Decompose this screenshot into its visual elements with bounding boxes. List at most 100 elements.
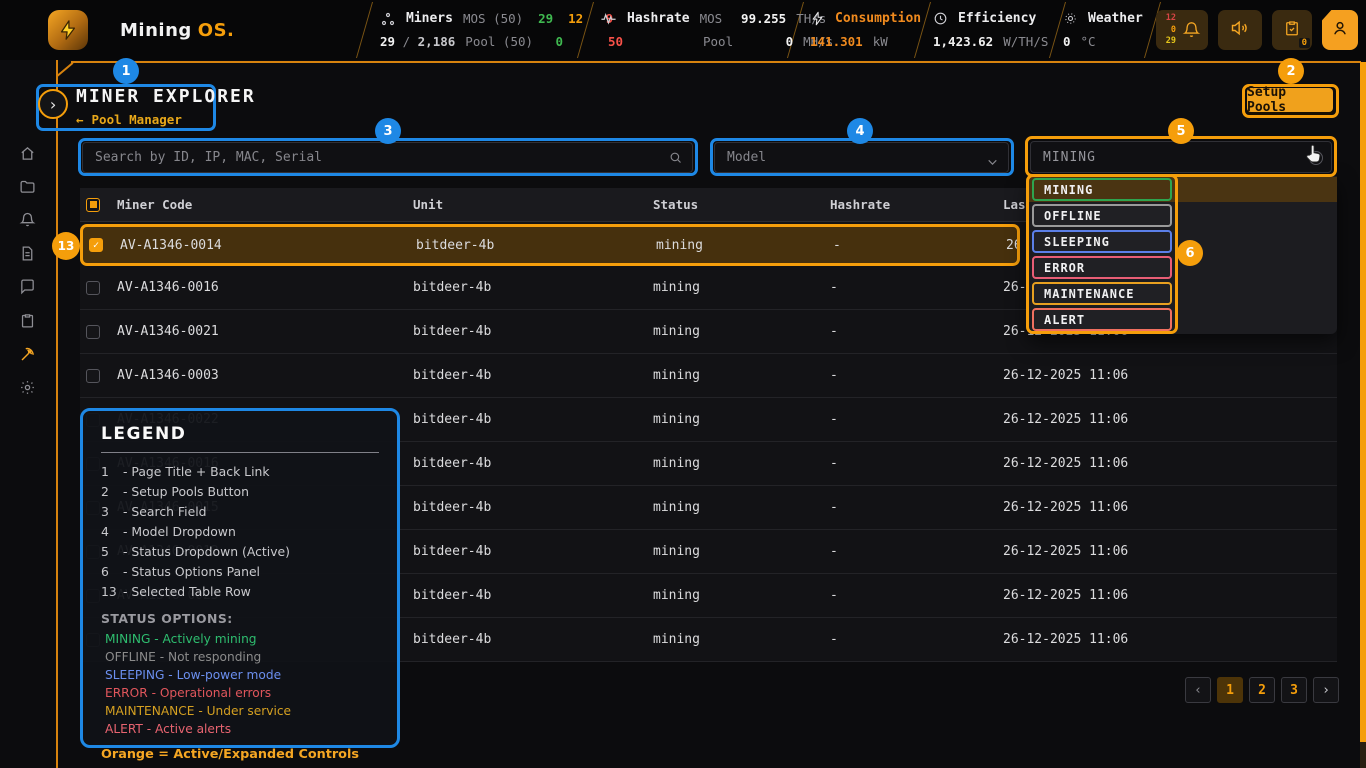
cell-unit: bitdeer-4b [413, 544, 653, 559]
cell-unit: bitdeer-4b [416, 238, 656, 253]
cell-hashrate: - [833, 238, 1006, 253]
callout-badge-3: 3 [375, 118, 401, 144]
cell-last-seen: 26-12-2025 11:06 [1003, 456, 1337, 471]
select-all-checkbox[interactable] [86, 198, 100, 212]
row-checkbox[interactable] [86, 369, 100, 383]
consumption-label: Consumption [835, 11, 921, 26]
status-option-offline[interactable]: OFFLINE [1032, 204, 1172, 227]
frame-bar-right-tail [1360, 742, 1366, 768]
brand-suffix: OS. [198, 20, 235, 41]
cell-status: mining [653, 588, 830, 603]
row-checkbox[interactable] [86, 281, 100, 295]
sidebar-collapse-button[interactable]: › [38, 89, 68, 119]
notification-count: 29 [1160, 36, 1176, 48]
callout-badge-5: 5 [1168, 118, 1194, 144]
cell-miner-code: AV-A1346-0021 [117, 324, 413, 339]
cell-unit: bitdeer-4b [413, 412, 653, 427]
miners-mos-label: MOS (50) [463, 11, 523, 26]
legend-item: 1- Page Title + Back Link [101, 462, 379, 482]
status-option-mining[interactable]: MINING [1032, 178, 1172, 201]
legend-panel: LEGEND 1- Page Title + Back Link2- Setup… [80, 408, 400, 748]
stat-miners: Miners MOS (50) 29 12 9 29 / 2,186 Pool … [380, 7, 623, 53]
cell-status: mining [653, 280, 830, 295]
stat-weather: Weather 0 °C [1063, 7, 1143, 53]
cell-hashrate: - [830, 280, 1003, 295]
miners-mos-green: 29 [533, 11, 553, 26]
model-dropdown[interactable] [714, 142, 1009, 173]
miners-pool-green: 0 [543, 34, 563, 49]
header-divider [356, 2, 373, 58]
back-link-label: Pool Manager [92, 112, 182, 127]
sidebar-bell-icon[interactable] [19, 211, 36, 232]
search-field[interactable] [82, 142, 693, 173]
cell-unit: bitdeer-4b [413, 456, 653, 471]
weather-value: 0 [1063, 34, 1071, 49]
next-page-button[interactable]: › [1313, 677, 1339, 703]
efficiency-unit: W/TH/S [1003, 34, 1048, 49]
frame-line-corner [55, 62, 73, 78]
table-row[interactable]: AV-A1346-0003bitdeer-4bmining-26-12-2025… [80, 354, 1337, 398]
status-option-alert[interactable]: ALERT [1032, 308, 1172, 331]
cell-hashrate: - [830, 544, 1003, 559]
cell-hashrate: - [830, 324, 1003, 339]
column-header-hashrate: Hashrate [830, 197, 1003, 212]
table-row[interactable]: ✓AV-A1346-0014bitdeer-4bmining-26-12-202… [80, 224, 1020, 266]
page-button-3[interactable]: 3 [1281, 677, 1307, 703]
hashrate-mos-label: MOS [700, 11, 723, 26]
brand-name: Mining [120, 20, 192, 41]
sidebar-clipboard-icon[interactable] [19, 312, 36, 333]
brand-text: Mining OS. [120, 20, 234, 41]
back-arrow-icon: ← [76, 112, 84, 127]
back-link[interactable]: ← Pool Manager [76, 112, 182, 127]
notifications-button[interactable]: 12029 [1156, 10, 1208, 50]
sidebar-document-icon[interactable] [19, 245, 36, 266]
sidebar [0, 60, 56, 768]
legend-status: MAINTENANCE - Under service [101, 702, 379, 720]
status-dropdown[interactable]: MINING ✕ [1030, 141, 1332, 173]
sidebar-settings-icon[interactable] [19, 379, 36, 400]
page-title: MINER EXPLORER [76, 86, 256, 107]
legend-footer: Orange = Active/Expanded Controls [101, 747, 379, 762]
frame-line-top [71, 61, 1361, 63]
profile-button[interactable] [1322, 10, 1358, 50]
weather-unit: °C [1081, 34, 1096, 49]
status-option-maintenance[interactable]: MAINTENANCE [1032, 282, 1172, 305]
notification-count: 12 [1160, 13, 1176, 25]
cell-status: mining [656, 238, 833, 253]
miners-label: Miners [406, 11, 453, 26]
prev-page-button[interactable]: ‹ [1185, 677, 1211, 703]
callout-badge-1: 1 [113, 58, 139, 84]
hashrate-pool-value: 0 [743, 34, 793, 49]
tasks-button[interactable]: 0 [1272, 10, 1312, 50]
page-button-2[interactable]: 2 [1249, 677, 1275, 703]
app-logo[interactable]: Mining OS. [48, 10, 234, 50]
sidebar-folder-icon[interactable] [19, 178, 36, 199]
cell-unit: bitdeer-4b [413, 280, 653, 295]
cell-status: mining [653, 632, 830, 647]
sidebar-mining-icon[interactable] [19, 345, 37, 367]
model-input[interactable] [715, 150, 1008, 165]
legend-item: 2- Setup Pools Button [101, 482, 379, 502]
announcements-button[interactable] [1218, 10, 1262, 50]
status-value: MINING [1031, 150, 1096, 165]
page-button-1[interactable]: 1 [1217, 677, 1243, 703]
mining-os-app: MiningOS. Miners MOS (50) 29 12 9 29 / [0, 0, 1366, 768]
setup-pools-button[interactable]: Setup Pools [1247, 88, 1333, 112]
status-option-error[interactable]: ERROR [1032, 256, 1172, 279]
cell-hashrate: - [830, 368, 1003, 383]
cell-last-seen: 26-12-2025 11:06 [1003, 368, 1337, 383]
cell-hashrate: - [830, 500, 1003, 515]
sidebar-chat-icon[interactable] [19, 278, 36, 299]
search-input[interactable] [83, 150, 692, 165]
status-option-sleeping[interactable]: SLEEPING [1032, 230, 1172, 253]
row-checkbox[interactable]: ✓ [89, 238, 103, 252]
sidebar-home-icon[interactable] [19, 145, 36, 166]
miners-count: 29 [380, 34, 395, 49]
weather-label: Weather [1088, 11, 1143, 26]
cell-unit: bitdeer-4b [413, 588, 653, 603]
header-actions: 12029 0 [1156, 10, 1358, 50]
cell-miner-code: AV-A1346-0016 [117, 280, 413, 295]
notification-counts: 12029 [1160, 13, 1176, 48]
miners-sep: / [403, 34, 411, 49]
row-checkbox[interactable] [86, 325, 100, 339]
